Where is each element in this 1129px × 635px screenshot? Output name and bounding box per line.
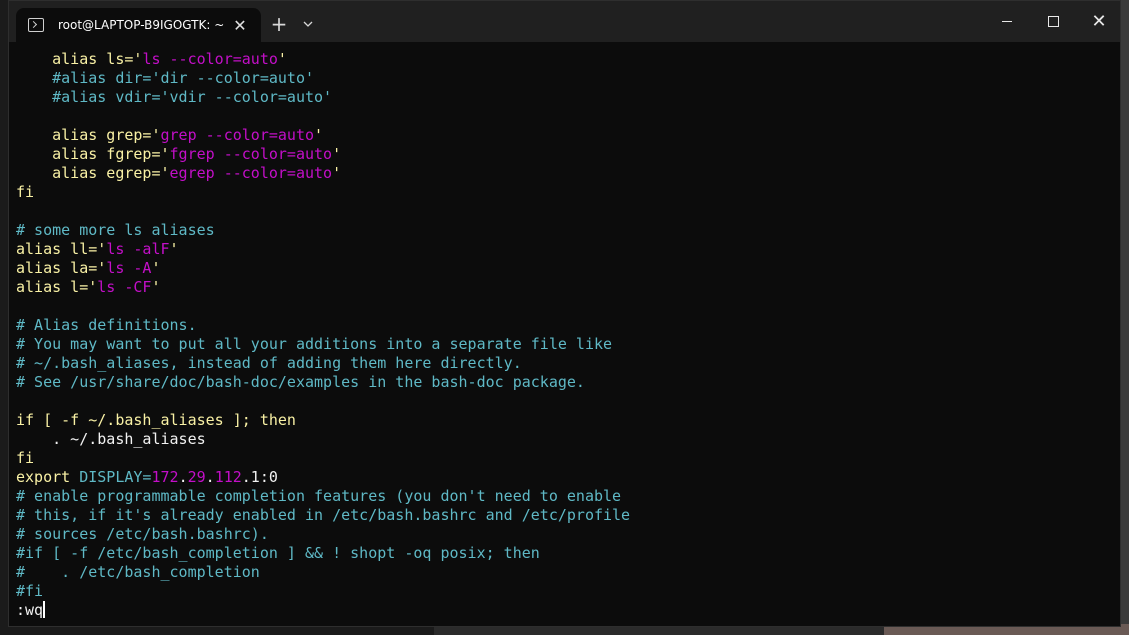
terminal-text: ls -A xyxy=(106,259,152,277)
terminal-line: fi xyxy=(16,183,1116,202)
terminal-line: #if [ -f /etc/bash_completion ] && ! sho… xyxy=(16,544,1116,563)
terminal-line: # . /etc/bash_completion xyxy=(16,563,1116,582)
terminal-text: ' xyxy=(332,164,342,182)
terminal-text: 172 xyxy=(151,468,179,486)
terminal-text: # this, if it's already enabled in /etc/… xyxy=(16,506,631,524)
terminal-text: ls -CF xyxy=(97,278,152,296)
terminal-line: # this, if it's already enabled in /etc/… xyxy=(16,506,1116,525)
terminal-text: #if [ -f /etc/bash_completion ] && ! sho… xyxy=(16,544,540,562)
tab-root-shell[interactable]: root@LAPTOP-B9IGOGTK: ~ ✕ xyxy=(16,8,261,42)
terminal-text: #alias vdir='vdir --color=auto' xyxy=(16,88,333,106)
terminal-text: # enable programmable completion feature… xyxy=(16,487,622,505)
terminal-text: ' xyxy=(314,126,324,144)
terminal-text: ' xyxy=(151,278,161,296)
maximize-button[interactable] xyxy=(1030,1,1076,42)
terminal-text: . xyxy=(178,468,188,486)
terminal-line: alias grep='grep --color=auto' xyxy=(16,126,1116,145)
title-bar[interactable]: root@LAPTOP-B9IGOGTK: ~ ✕ + ✕ xyxy=(9,1,1120,42)
terminal-text: egrep --color=auto xyxy=(169,164,333,182)
terminal-line: alias ls='ls --color=auto' xyxy=(16,50,1116,69)
terminal-text: #alias dir='dir --color=auto' xyxy=(16,69,315,87)
terminal-text: #fi xyxy=(16,582,44,600)
terminal-text: # . /etc/bash_completion xyxy=(16,563,260,581)
terminal-line: #alias dir='dir --color=auto' xyxy=(16,69,1116,88)
terminal-line: # You may want to put all your additions… xyxy=(16,335,1116,354)
close-button[interactable]: ✕ xyxy=(1076,1,1120,42)
terminal-line: alias egrep='egrep --color=auto' xyxy=(16,164,1116,183)
terminal-output[interactable]: alias ls='ls --color=auto' #alias dir='d… xyxy=(16,50,1116,626)
terminal-text: fi xyxy=(16,449,35,467)
terminal-text: . ~/.bash_aliases xyxy=(16,430,206,448)
terminal-text: fgrep --color=auto xyxy=(169,145,333,163)
terminal-text: ls -alF xyxy=(106,240,170,258)
terminal-text: ' xyxy=(277,50,287,68)
terminal-line: . ~/.bash_aliases xyxy=(16,430,1116,449)
terminal-text: # sources /etc/bash.bashrc). xyxy=(16,525,269,543)
terminal-text: ' xyxy=(332,145,342,163)
terminal-line: # sources /etc/bash.bashrc). xyxy=(16,525,1116,544)
terminal-text: if [ -f ~/.bash_aliases ]; then xyxy=(16,411,296,429)
background-window-edge xyxy=(0,0,8,635)
terminal-text: . xyxy=(205,468,215,486)
terminal-line: export DISPLAY=172.29.112.1:0 xyxy=(16,468,1116,487)
tab-close-icon[interactable]: ✕ xyxy=(231,16,249,35)
terminal-text: export xyxy=(16,468,80,486)
terminal-line: fi xyxy=(16,449,1116,468)
terminal-line: #alias vdir='vdir --color=auto' xyxy=(16,88,1116,107)
terminal-line: alias ll='ls -alF' xyxy=(16,240,1116,259)
terminal-text: fi xyxy=(16,183,35,201)
new-tab-button[interactable]: + xyxy=(264,9,294,39)
terminal-text: ' xyxy=(169,240,179,258)
terminal-text: # See /usr/share/doc/bash-doc/examples i… xyxy=(16,373,585,391)
terminal-text: :wq xyxy=(16,601,44,619)
terminal-line: # some more ls aliases xyxy=(16,221,1116,240)
terminal-text: 112 xyxy=(214,468,242,486)
terminal-line: # Alias definitions. xyxy=(16,316,1116,335)
terminal-text: alias l=' xyxy=(16,278,98,296)
close-icon: ✕ xyxy=(1091,10,1107,32)
terminal-line: # See /usr/share/doc/bash-doc/examples i… xyxy=(16,373,1116,392)
terminal-line: if [ -f ~/.bash_aliases ]; then xyxy=(16,411,1116,430)
terminal-line: # ~/.bash_aliases, instead of adding the… xyxy=(16,354,1116,373)
minimize-button[interactable] xyxy=(984,1,1030,42)
maximize-icon xyxy=(1047,16,1059,27)
terminal-line: #fi xyxy=(16,582,1116,601)
terminal-text: alias ls=' xyxy=(16,50,143,68)
terminal-text: alias la=' xyxy=(16,259,107,277)
terminal-text: .1:0 xyxy=(241,468,278,486)
terminal-line: # enable programmable completion feature… xyxy=(16,487,1116,506)
terminal-text: alias egrep=' xyxy=(16,164,170,182)
terminal-icon xyxy=(28,18,44,32)
terminal-text: # Alias definitions. xyxy=(16,316,197,334)
terminal-line: :wq xyxy=(16,601,1116,620)
terminal-line: alias la='ls -A' xyxy=(16,259,1116,278)
terminal-line: alias fgrep='fgrep --color=auto' xyxy=(16,145,1116,164)
text-cursor xyxy=(43,601,46,618)
terminal-text: grep --color=auto xyxy=(160,126,315,144)
terminal-text: # ~/.bash_aliases, instead of adding the… xyxy=(16,354,522,372)
terminal-text: alias fgrep=' xyxy=(16,145,170,163)
terminal-text: # You may want to put all your additions… xyxy=(16,335,613,353)
terminal-line: alias l='ls -CF' xyxy=(16,278,1116,297)
terminal-text: alias grep=' xyxy=(16,126,161,144)
chevron-down-icon[interactable] xyxy=(293,9,323,39)
terminal-text: 29 xyxy=(187,468,206,486)
terminal-text: ' xyxy=(151,259,161,277)
minimize-icon xyxy=(1002,21,1012,22)
terminal-text: DISPLAY= xyxy=(79,468,152,486)
terminal-text: alias ll=' xyxy=(16,240,107,258)
tab-title: root@LAPTOP-B9IGOGTK: ~ xyxy=(58,18,225,32)
terminal-window: root@LAPTOP-B9IGOGTK: ~ ✕ + ✕ alias ls='… xyxy=(8,0,1121,627)
terminal-text: ls --color=auto xyxy=(142,50,278,68)
terminal-text: # some more ls aliases xyxy=(16,221,215,239)
